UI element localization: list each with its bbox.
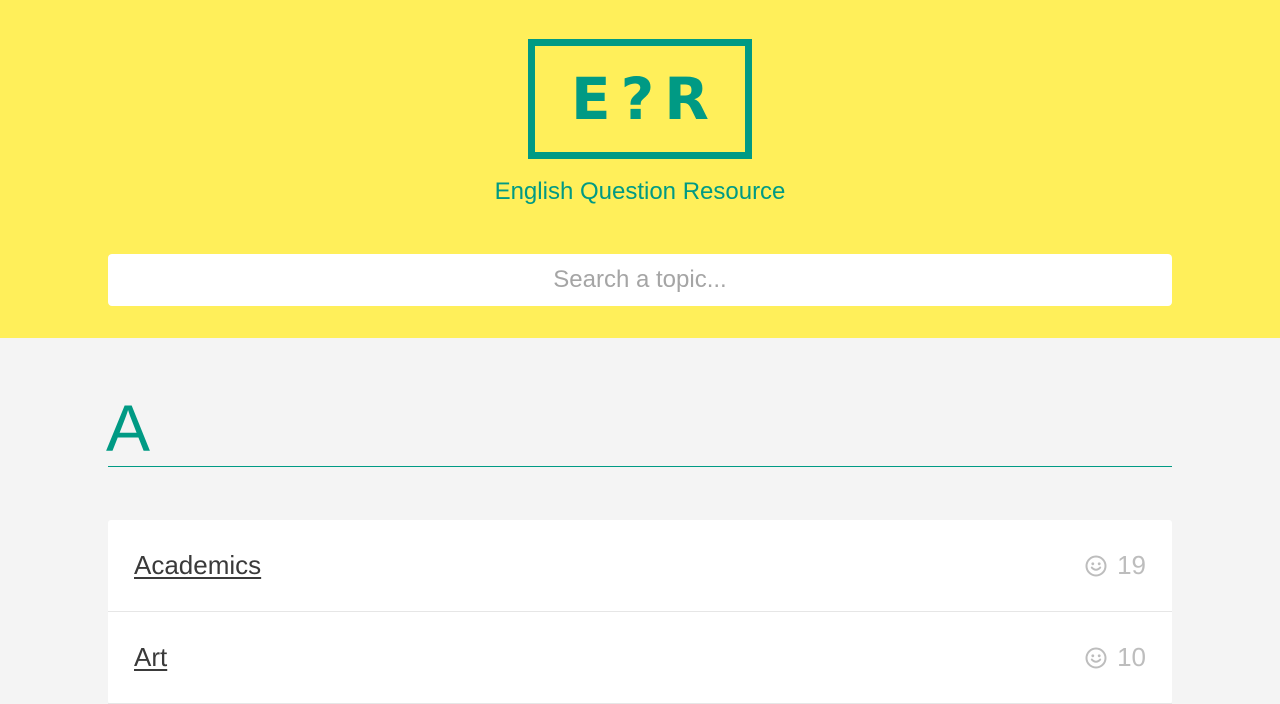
section-divider	[108, 466, 1172, 467]
topic-link-art[interactable]: Art	[134, 642, 167, 673]
smiley-icon	[1085, 555, 1107, 576]
logo[interactable]: E?R	[528, 39, 752, 159]
site-subtitle: English Question Resource	[494, 178, 786, 205]
topic-count: 19	[1085, 550, 1146, 581]
topic-row: Art 10	[108, 612, 1172, 704]
topic-row: Academics 19	[108, 520, 1172, 612]
header: E?R English Question Resource	[0, 0, 1280, 338]
logo-text: E?R	[571, 65, 719, 133]
search-input[interactable]	[108, 254, 1172, 306]
topic-count-value: 19	[1117, 550, 1146, 580]
topic-link-academics[interactable]: Academics	[134, 550, 261, 581]
topic-count-value: 10	[1117, 642, 1146, 672]
topic-list: Academics 19 Art 10	[108, 520, 1172, 704]
smiley-icon	[1085, 647, 1107, 668]
section-heading-letter: A	[106, 391, 151, 465]
topic-count: 10	[1085, 642, 1146, 673]
